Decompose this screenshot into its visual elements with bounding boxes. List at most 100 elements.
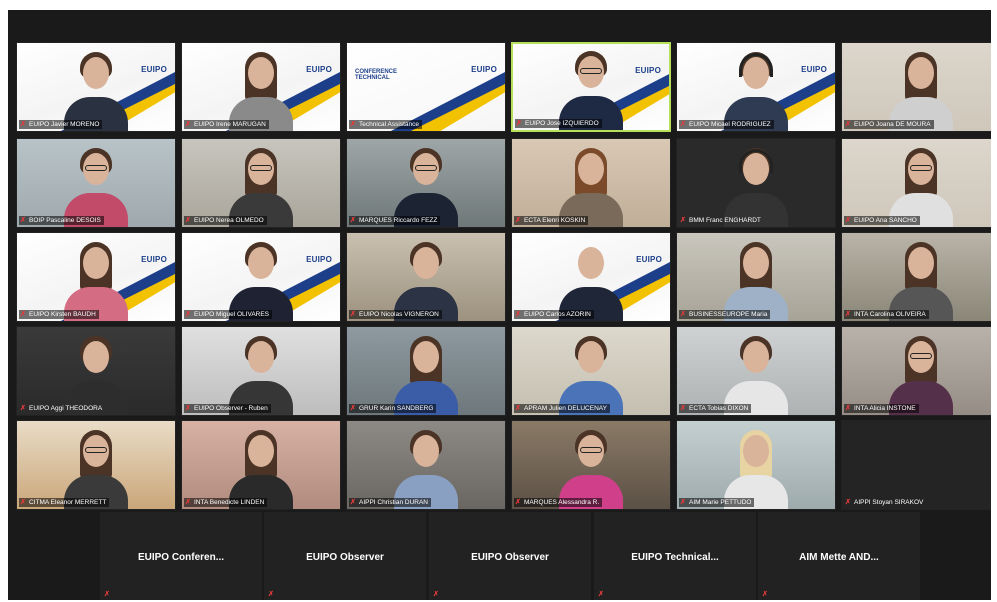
participant-name-label: EUIPO Miguel OLIVARES: [194, 311, 270, 318]
mic-muted-icon: ✗: [515, 405, 521, 412]
mic-muted-icon: ✗: [516, 120, 522, 127]
mic-muted-icon: ✗: [433, 591, 439, 598]
mic-muted-icon: ✗: [350, 121, 356, 128]
participant-name-label: EUIPO Observer: [471, 552, 549, 563]
face: [908, 247, 934, 279]
participant-tile[interactable]: ✗ EUIPO Nicolas VIGNERON: [346, 232, 506, 322]
mic-muted-icon: ✗: [20, 499, 26, 506]
participant-name: ✗ AIPPI Stoyan SIRAKOV: [844, 498, 926, 507]
participant-video: [229, 237, 293, 321]
participant-name-label: EUIPO Nerea OLMEDO: [194, 217, 264, 224]
participant-video: [724, 331, 788, 415]
face: [908, 57, 934, 89]
mic-muted-icon: ✗: [680, 217, 686, 224]
logo-text: EUIPO: [635, 66, 661, 75]
participant-name: ✗ ECTA Tobias DIXON: [679, 404, 752, 413]
participant-name-label: BOIP Pascaline DESOIS: [29, 217, 101, 224]
non-video-participant[interactable]: EUIPO Technical... ✗: [594, 512, 756, 600]
logo-text: EUIPO: [636, 255, 662, 264]
participant-name-label: EUIPO Conferen...: [137, 552, 225, 563]
face: [743, 435, 769, 467]
participant-tile[interactable]: EUIPO ✗ EUIPO Carlos AZORIN: [511, 232, 671, 322]
participant-tile[interactable]: ✗ EUIPO Observer - Ruben: [181, 326, 341, 416]
participant-name-label: MARQUES Alessandra R.: [524, 499, 600, 506]
mic-muted-icon: ✗: [350, 499, 356, 506]
mic-muted-icon: ✗: [845, 499, 851, 506]
participant-tile[interactable]: ✗ BUSINESSEUROPE Maria: [676, 232, 836, 322]
mic-muted-icon: ✗: [762, 591, 768, 598]
participant-tile[interactable]: EUIPO ✗ EUIPO Javier MORENO: [16, 42, 176, 132]
participant-tile[interactable]: ✗ EUIPO Aggi THEODORA: [16, 326, 176, 416]
mic-muted-icon: ✗: [268, 591, 274, 598]
mic-muted-icon: ✗: [20, 217, 26, 224]
participant-name: ✗ MARQUES Alessandra R.: [514, 498, 603, 507]
participant-name-label: AIM Mette AND...: [799, 552, 879, 563]
non-video-participant[interactable]: EUIPO Observer ✗: [264, 512, 426, 600]
non-video-participant[interactable]: EUIPO Conferen... ✗: [100, 512, 262, 600]
mic-muted-icon: ✗: [680, 311, 686, 318]
participant-tile[interactable]: ✗ MARQUES Alessandra R.: [511, 420, 671, 510]
participant-tile[interactable]: ✗ GRUR Karin SANDBERG: [346, 326, 506, 416]
participant-tile[interactable]: ✗ EUIPO Nerea OLMEDO: [181, 138, 341, 228]
participant-tile[interactable]: EUIPO ✗ EUIPO Micael RODRIGUEZ: [676, 42, 836, 132]
non-video-participant[interactable]: AIM Mette AND... ✗: [758, 512, 920, 600]
participant-name-label: EUIPO Technical...: [631, 552, 719, 563]
participant-tile[interactable]: ✗ AIPPI Christian DURAN: [346, 420, 506, 510]
participant-tile[interactable]: EUIPO CONFERENCE TECHNICAL ✗ Technical Assi…: [346, 42, 506, 132]
participant-name-label: Technical Assistance: [359, 121, 419, 128]
participant-tile[interactable]: ✗ CITMA Eleanor MERRETT: [16, 420, 176, 510]
conference-label: CONFERENCE TECHNICAL: [355, 69, 398, 81]
participant-name: ✗ BOIP Pascaline DESOIS: [19, 216, 104, 225]
video-background: [842, 421, 991, 509]
non-video-participant[interactable]: EUIPO Observer ✗: [429, 512, 591, 600]
participant-tile[interactable]: ✗ AIM Marie PETTUDO: [676, 420, 836, 510]
participant-tile[interactable]: ✗ EUIPO Joana DE MOURA: [841, 42, 991, 132]
face: [248, 341, 274, 373]
participant-tile[interactable]: EUIPO ✗ EUIPO Miguel OLIVARES: [181, 232, 341, 322]
mic-muted-icon: ✗: [350, 217, 356, 224]
participant-tile[interactable]: ✗ MARQUES Riccardo FEZZ: [346, 138, 506, 228]
participant-name-label: AIM Marie PETTUDO: [689, 499, 752, 506]
participant-video: [559, 425, 623, 509]
participant-video: [559, 237, 623, 321]
participant-name-label: INTA Carolina OLIVEIRA: [854, 311, 926, 318]
participant-video: [559, 331, 623, 415]
face: [743, 247, 769, 279]
participant-tile[interactable]: ✗ INTA Carolina OLIVEIRA: [841, 232, 991, 322]
participant-tile[interactable]: ✗ AIPPI Stoyan SIRAKOV: [841, 420, 991, 510]
euipo-logo: EUIPO: [636, 255, 662, 264]
participant-tile[interactable]: ✗ BMM Franc ENGHARDT: [676, 138, 836, 228]
participant-tile[interactable]: EUIPO ✗ EUIPO Jose IZQUIERDO: [511, 42, 671, 132]
mic-muted-icon: ✗: [20, 311, 26, 318]
participant-tile[interactable]: ✗ EUIPO Ana SANCHO: [841, 138, 991, 228]
logo-text: EUIPO: [306, 65, 332, 74]
participant-tile[interactable]: ✗ ECTA Tobias DIXON: [676, 326, 836, 416]
participant-video: [889, 143, 953, 227]
participant-video: [64, 47, 128, 131]
participant-tile[interactable]: ✗ INTA Alicia INSTONE: [841, 326, 991, 416]
participant-tile[interactable]: ✗ ECTA Elenri KOSKIN: [511, 138, 671, 228]
participant-tile[interactable]: EUIPO ✗ EUIPO Irene MARUGAN: [181, 42, 341, 132]
participant-tile[interactable]: ✗ INTA Benedicte LINDEN: [181, 420, 341, 510]
participant-tile[interactable]: ✗ BOIP Pascaline DESOIS: [16, 138, 176, 228]
participant-name-label: EUIPO Jose IZQUIERDO: [525, 120, 599, 127]
mic-muted-icon: ✗: [350, 405, 356, 412]
participant-video: [229, 143, 293, 227]
participant-name-label: INTA Benedicte LINDEN: [194, 499, 265, 506]
participant-video: [889, 47, 953, 131]
participant-name-label: BUSINESSEUROPE Maria: [689, 311, 768, 318]
logo-text: EUIPO: [471, 65, 497, 74]
participant-tile[interactable]: ✗ APRAM Julien DELUCENAY: [511, 326, 671, 416]
participant-name-label: EUIPO Kirsten BAUDH: [29, 311, 96, 318]
mic-muted-icon: ✗: [185, 217, 191, 224]
logo-text: EUIPO: [141, 65, 167, 74]
face: [83, 341, 109, 373]
participant-name-label: AIPPI Stoyan SIRAKOV: [854, 499, 924, 506]
participant-tile[interactable]: EUIPO ✗ EUIPO Kirsten BAUDH: [16, 232, 176, 322]
participant-name: ✗ EUIPO Jose IZQUIERDO: [515, 119, 602, 128]
participant-name: ✗ EUIPO Nicolas VIGNERON: [349, 310, 442, 319]
face: [413, 247, 439, 279]
euipo-logo: EUIPO: [141, 255, 167, 264]
mic-muted-icon: ✗: [598, 591, 604, 598]
participant-video: [394, 237, 458, 321]
